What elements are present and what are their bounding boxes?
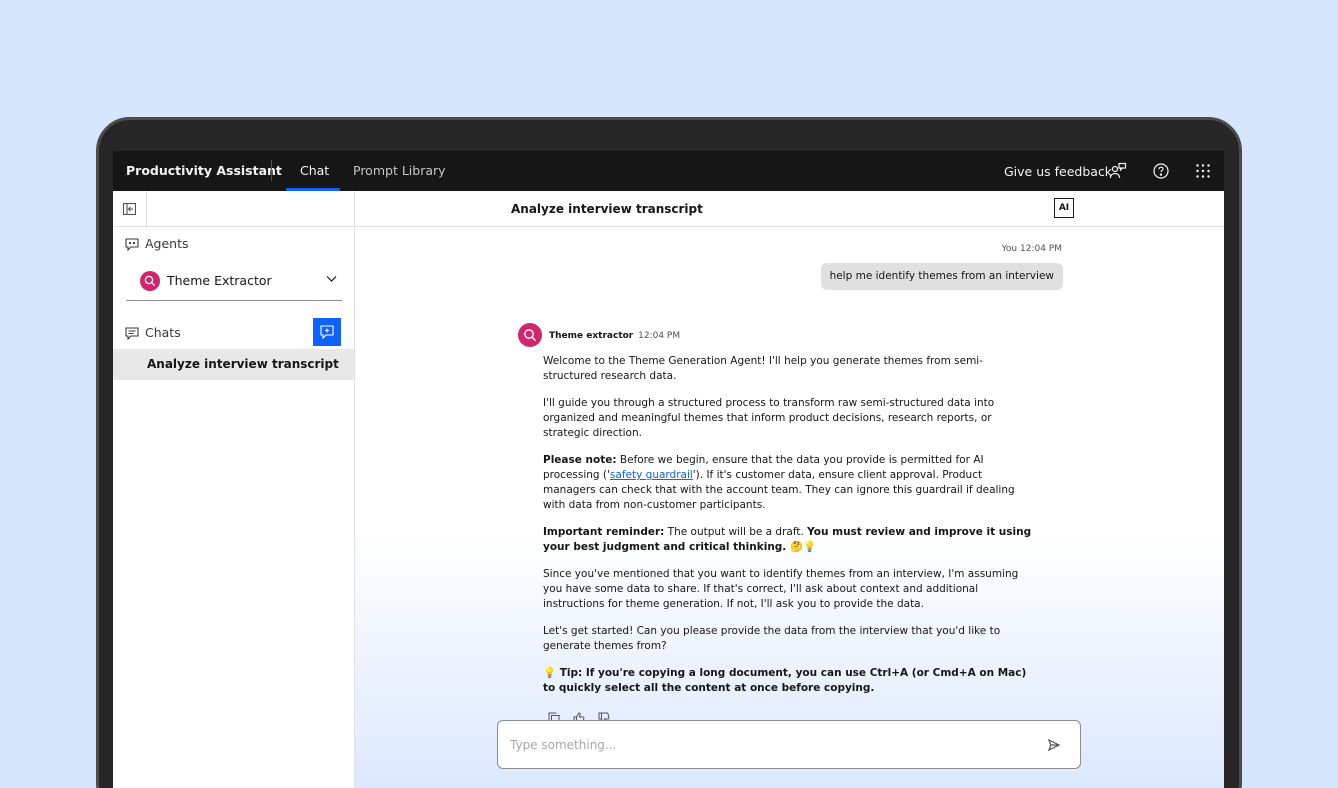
send-icon: [1047, 738, 1061, 752]
agent-dropdown[interactable]: Theme Extractor: [126, 263, 342, 301]
collapse-sidebar-button[interactable]: [113, 191, 147, 227]
bot-paragraph: Since you've mentioned that you want to …: [543, 568, 1019, 610]
sidebar: Agents Theme Extractor Chats Analyze int…: [113, 191, 355, 788]
chat-item-title: Analyze interview transcript: [147, 357, 339, 371]
reminder-label: Important reminder:: [543, 526, 665, 538]
bot-paragraph: 💡 Tip: If you're copying a long document…: [543, 666, 1037, 696]
tip-text: 💡 Tip: If you're copying a long document…: [543, 667, 1027, 694]
chats-icon: [125, 327, 139, 341]
user-message-meta: You 12:04 PM: [1002, 244, 1062, 254]
tab-prompt-library[interactable]: Prompt Library: [353, 163, 446, 178]
ai-label-badge[interactable]: AI: [1054, 198, 1074, 218]
bot-time: 12:04 PM: [638, 331, 681, 341]
tab-chat[interactable]: Chat: [300, 163, 329, 178]
bot-sender: Theme extractor: [549, 331, 634, 341]
message-composer: [497, 720, 1081, 769]
note-label: Please note:: [543, 454, 617, 466]
bot-paragraph: Please note: Before we begin, ensure tha…: [543, 453, 1037, 513]
app-screen: Productivity Assistant Chat Prompt Libra…: [113, 151, 1224, 788]
user-sender: You: [1001, 244, 1018, 254]
give-feedback-link[interactable]: Give us feedback: [1004, 164, 1112, 179]
bot-message-body: Welcome to the Theme Generation Agent! I…: [543, 354, 1037, 708]
top-header: Productivity Assistant Chat Prompt Libra…: [113, 151, 1224, 191]
safety-guardrail-link[interactable]: safety guardrail: [610, 469, 693, 481]
message-input[interactable]: [510, 735, 1030, 755]
user-time: 12:04 PM: [1020, 244, 1062, 254]
bot-message-meta: Theme extractor 12:04 PM: [549, 331, 680, 341]
user-message-bubble: help me identify themes from an intervie…: [820, 263, 1063, 290]
new-chat-button[interactable]: [313, 318, 341, 346]
product-name[interactable]: Productivity Assistant: [126, 163, 282, 178]
bot-paragraph: Important reminder: The output will be a…: [543, 525, 1037, 555]
help-icon[interactable]: [1152, 162, 1170, 180]
agent-chat-icon: [125, 238, 139, 252]
app-switcher-icon[interactable]: [1194, 162, 1212, 180]
bot-paragraph: Welcome to the Theme Generation Agent! I…: [543, 355, 984, 382]
chat-list-item[interactable]: Analyze interview transcript: [113, 349, 354, 380]
bot-paragraph: Let's get started! Can you please provid…: [543, 625, 1001, 652]
chat-title: Analyze interview transcript: [511, 202, 703, 216]
sidebar-collapse-icon: [123, 203, 136, 215]
bot-avatar: [518, 323, 542, 347]
agent-avatar: [140, 271, 160, 291]
chat-main: Analyze interview transcript AI You 12:0…: [355, 191, 1224, 788]
header-divider: [271, 160, 272, 181]
chevron-down-icon: [326, 276, 337, 282]
new-chat-icon: [320, 325, 334, 339]
agents-section-header: Agents: [125, 236, 189, 252]
chats-label: Chats: [145, 325, 181, 340]
reminder-text: The output will be a draft.: [664, 526, 808, 538]
chats-section-header: Chats: [125, 325, 181, 341]
magnifier-icon: [524, 329, 537, 342]
bot-paragraph: I'll guide you through a structured proc…: [543, 397, 995, 439]
send-button[interactable]: [1047, 737, 1061, 756]
selected-agent-name: Theme Extractor: [167, 273, 272, 288]
agents-label: Agents: [145, 236, 189, 251]
feedback-icon[interactable]: [1109, 162, 1127, 180]
magnifier-icon: [144, 275, 156, 287]
chat-header: Analyze interview transcript AI: [355, 191, 1224, 227]
sidebar-toolbar: [113, 191, 354, 227]
